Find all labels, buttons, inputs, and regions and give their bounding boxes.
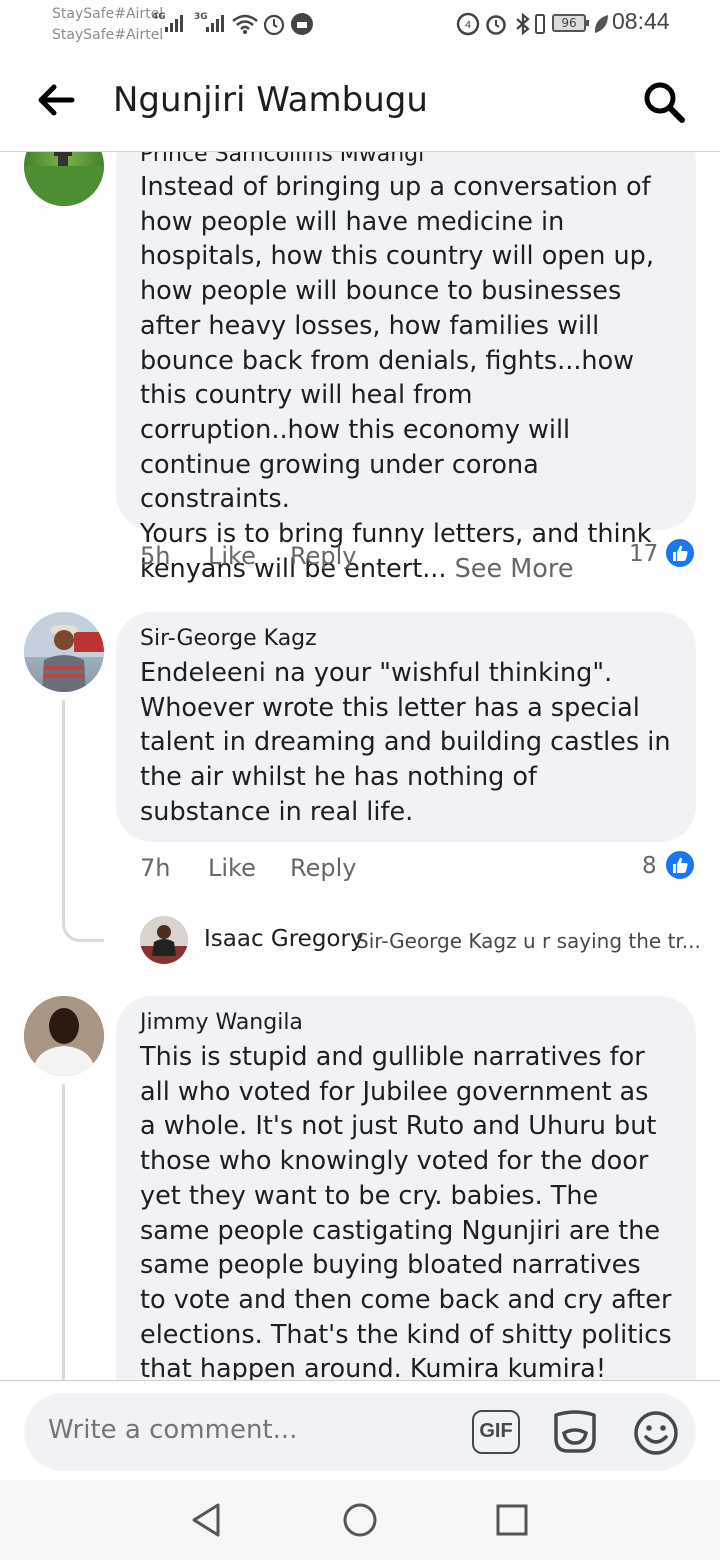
reply-button[interactable]: Reply: [290, 542, 356, 570]
sync-icon: [263, 14, 285, 36]
bluetooth-icon: [516, 12, 530, 36]
arrow-left-icon[interactable]: [36, 80, 76, 120]
signal-icon-1: [165, 14, 185, 32]
page-title: Ngunjiri Wambugu: [113, 80, 428, 120]
comment-author[interactable]: Prince Samcollins Mwangi: [140, 152, 672, 170]
comment-input[interactable]: [48, 1415, 448, 1445]
comment-box: GIF: [24, 1393, 696, 1471]
emoji-icon[interactable]: [632, 1409, 680, 1457]
reply-author[interactable]: Isaac Gregory: [204, 926, 364, 952]
leaf-icon: [594, 15, 608, 33]
system-navigation-bar: [0, 1480, 720, 1560]
reaction-count[interactable]: 17: [629, 541, 658, 567]
clock: 08:44: [612, 8, 670, 34]
person-figure-icon: [24, 152, 104, 206]
person-figure-icon: [24, 996, 104, 1076]
download-icon: [291, 13, 313, 35]
person-figure-icon: [24, 612, 104, 692]
vibrate-icon: [535, 14, 545, 34]
comment-text: Instead of bringing up a conversation of…: [140, 172, 654, 515]
comments-list: Prince Samcollins Mwangi Instead of brin…: [0, 152, 720, 1380]
network-type-1: 4G: [152, 12, 166, 22]
thread-line: [62, 1084, 65, 1380]
nav-home-icon[interactable]: [342, 1502, 378, 1538]
nav-back-icon[interactable]: [188, 1502, 224, 1538]
like-reaction-icon: [664, 849, 696, 881]
battery-indicator: 96: [552, 14, 589, 32]
data-saver-icon: 4: [456, 12, 480, 36]
sticker-icon[interactable]: [550, 1407, 600, 1457]
avatar[interactable]: [24, 152, 104, 206]
avatar[interactable]: [24, 612, 104, 692]
alarm-icon: [486, 15, 506, 35]
search-icon[interactable]: [640, 78, 688, 126]
signal-icon-2: [206, 14, 226, 32]
comment-text: This is stupid and gullible narratives f…: [140, 1042, 672, 1380]
comment-time: 5h: [140, 542, 171, 570]
comment-time: 7h: [140, 854, 171, 882]
status-bar: StaySafe#Airtel StaySafe#Airtel 4G 3G 4 …: [0, 0, 720, 50]
comment-author[interactable]: Sir-George Kagz: [140, 612, 672, 654]
reply-avatar[interactable]: [140, 916, 188, 964]
like-button[interactable]: Like: [208, 542, 256, 570]
see-more-link[interactable]: See More: [455, 554, 574, 584]
like-button[interactable]: Like: [208, 854, 256, 882]
comment-bubble: Prince Samcollins Mwangi Instead of brin…: [116, 152, 696, 584]
avatar[interactable]: [24, 996, 104, 1076]
svg-text:4: 4: [465, 20, 471, 31]
reply-button[interactable]: Reply: [290, 854, 356, 882]
reply-preview[interactable]: Sir-George Kagz u r saying the tr...: [356, 929, 701, 953]
reply-connector: [62, 892, 104, 942]
comment-bubble: Jimmy Wangila This is stupid and gullibl…: [116, 996, 696, 1380]
carrier-label-1: StaySafe#Airtel: [52, 6, 164, 22]
comment-author[interactable]: Jimmy Wangila: [140, 996, 672, 1038]
like-reaction-icon: [664, 537, 696, 569]
nav-recents-icon[interactable]: [494, 1502, 530, 1538]
wifi-icon: [232, 14, 258, 34]
comment-composer: GIF: [0, 1380, 720, 1480]
carrier-label-2: StaySafe#Airtel: [52, 27, 164, 43]
person-figure-icon: [140, 916, 188, 964]
reaction-count[interactable]: 8: [642, 853, 657, 879]
comment-bubble: Sir-George Kagz Endeleeni na your "wishf…: [116, 612, 696, 842]
comment-text: Endeleeni na your "wishful thinking". Wh…: [140, 658, 671, 827]
app-header: Ngunjiri Wambugu: [0, 50, 720, 152]
gif-button[interactable]: GIF: [472, 1410, 520, 1454]
